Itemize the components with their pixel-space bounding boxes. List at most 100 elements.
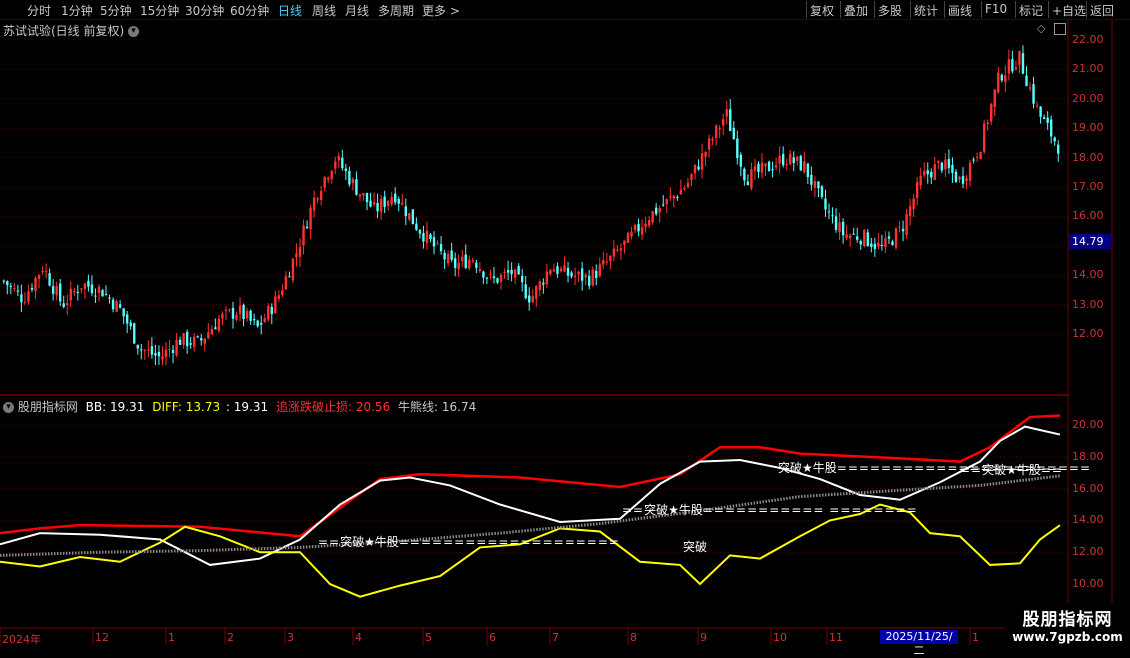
candle-body: [277, 295, 281, 299]
candle-body: [538, 281, 542, 290]
price-tick: 20.00: [1072, 91, 1104, 105]
bull-value: 16.74: [441, 400, 477, 414]
candle-body: [760, 162, 764, 173]
candle-body: [827, 211, 831, 213]
candle-body: [810, 174, 813, 185]
candle-body: [915, 181, 919, 198]
candle-body: [499, 274, 503, 282]
candle-body: [80, 288, 83, 290]
price-tick: 22.00: [1072, 33, 1104, 46]
candle-body: [940, 162, 944, 171]
candle-body: [722, 119, 725, 126]
candle-body: [665, 198, 668, 205]
signal-annotation: ==突破★牛股=========== ========: [622, 503, 918, 517]
candle-body: [968, 162, 972, 181]
candle-body: [796, 156, 799, 161]
watermark-name: 股朋指标网: [1022, 610, 1113, 630]
candle-body: [23, 302, 27, 304]
candle-body: [397, 198, 400, 204]
candle-body: [711, 138, 714, 141]
candle-body: [224, 309, 228, 311]
candle-body: [51, 286, 55, 294]
candle-body: [37, 275, 41, 279]
candle-body: [517, 265, 520, 275]
candle-body: [584, 274, 587, 278]
candle-body: [919, 175, 922, 186]
candle-body: [824, 198, 827, 210]
candle-body: [767, 161, 771, 172]
candle-body: [1028, 87, 1032, 89]
candle-body: [623, 240, 626, 246]
candle-body: [764, 163, 767, 167]
date-tick: 3: [287, 631, 294, 644]
candle-body: [912, 198, 915, 210]
candle-body: [249, 310, 252, 321]
candle-body: [1046, 117, 1049, 123]
signal-annotation: 突破: [683, 540, 708, 554]
candle-body: [58, 283, 62, 302]
candle-body: [587, 275, 591, 286]
candle-body: [231, 307, 235, 319]
candle-body: [1053, 137, 1056, 142]
candle-body: [118, 304, 122, 308]
candle-body: [461, 256, 464, 261]
candle-body: [580, 268, 584, 281]
window-toggle-icon[interactable]: [1054, 23, 1066, 35]
candle-body: [513, 269, 517, 278]
candle-body: [217, 318, 221, 331]
extra-value: : 19.31: [225, 400, 269, 414]
diamond-icon[interactable]: ◇: [1037, 22, 1045, 35]
candle-body: [866, 232, 869, 247]
candle-body: [316, 198, 319, 200]
candle-body: [415, 223, 418, 230]
candle-body: [870, 243, 873, 248]
stop-label: 追涨跌破止损:: [275, 400, 353, 414]
chevron-down-icon[interactable]: ▾: [128, 26, 140, 37]
candle-body: [450, 250, 453, 260]
candle-body: [676, 196, 679, 198]
date-tick: 2: [227, 631, 234, 644]
candle-body: [531, 296, 534, 303]
chevron-down-icon[interactable]: ▾: [3, 402, 14, 413]
candle-body: [439, 244, 443, 252]
candle-body: [1035, 105, 1039, 107]
candle-body: [453, 258, 457, 268]
candle-body: [171, 349, 175, 353]
candle-body: [140, 349, 143, 351]
indicator-title: ▾ 股朋指标网 BB: 19.31 DIFF: 13.73 : 19.31 追涨…: [3, 398, 476, 415]
candle-body: [891, 241, 894, 246]
candle-body: [901, 228, 905, 232]
price-chart: [0, 20, 1130, 645]
candle-body: [260, 323, 263, 325]
candle-body: [125, 314, 129, 324]
candle-body: [771, 169, 774, 171]
candle-body: [274, 296, 277, 314]
candle-body: [394, 193, 397, 203]
candle-body: [605, 261, 609, 263]
candle-body: [778, 155, 781, 164]
candle-body: [2, 280, 5, 282]
candle-body: [193, 336, 196, 348]
candle-body: [214, 327, 217, 330]
candle-body: [736, 138, 739, 159]
candle-body: [803, 161, 806, 173]
candle-body: [94, 295, 97, 297]
candle-body: [609, 255, 612, 262]
candle-body: [267, 305, 270, 320]
candle-body: [549, 269, 552, 275]
candle-body: [327, 177, 330, 180]
candle-body: [147, 349, 150, 351]
candle-body: [164, 349, 168, 358]
date-tick: 12: [95, 631, 109, 644]
candle-body: [1007, 59, 1011, 74]
candle-body: [411, 209, 415, 225]
candle-body: [982, 123, 986, 152]
candle-body: [602, 259, 605, 265]
candle-body: [570, 272, 573, 277]
candle-body: [647, 219, 651, 226]
candle-body: [207, 332, 210, 339]
candle-body: [115, 301, 118, 312]
candle-body: [175, 339, 178, 356]
candle-body: [189, 343, 192, 345]
candle-body: [471, 260, 475, 262]
